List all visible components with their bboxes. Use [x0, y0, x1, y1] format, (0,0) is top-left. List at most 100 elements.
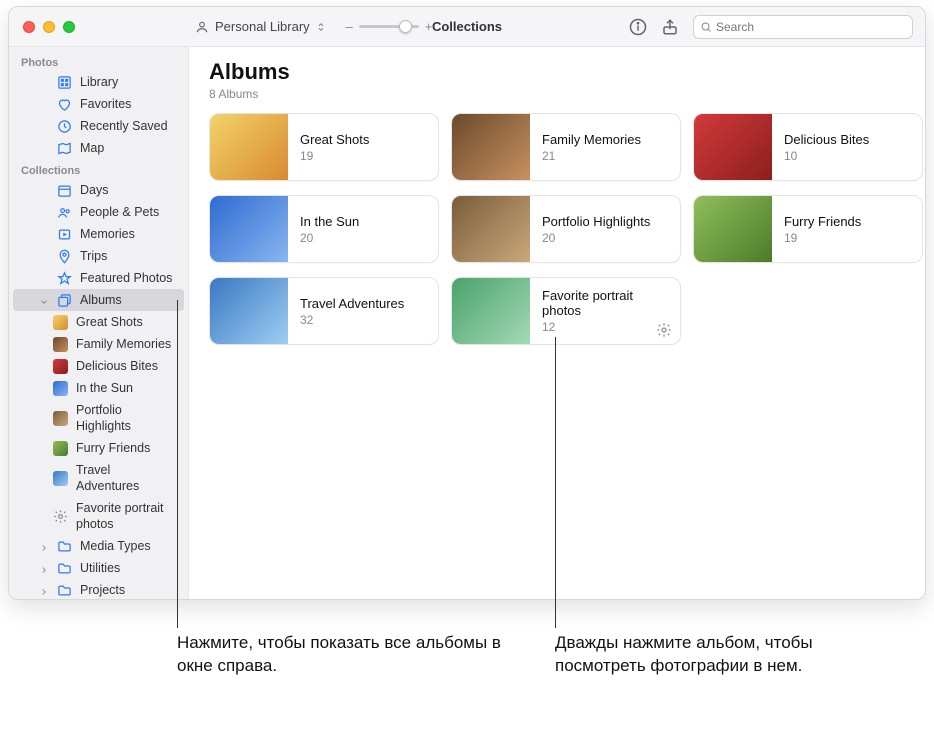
album-thumb — [210, 196, 288, 262]
sidebar-subitem[interactable]: Portfolio Highlights — [13, 399, 184, 437]
window-controls — [9, 21, 189, 33]
album-meta: Delicious Bites 10 — [772, 132, 922, 163]
minimize-button[interactable] — [43, 21, 55, 33]
app-window: Personal Library – + Collections PhotosL — [8, 6, 926, 600]
info-button[interactable] — [629, 18, 647, 36]
album-thumb — [452, 196, 530, 262]
sidebar-subitem[interactable]: In the Sun — [13, 377, 184, 399]
library-picker[interactable]: Personal Library — [189, 17, 332, 36]
folder-icon-svg — [57, 539, 72, 554]
album-thumb-mini — [53, 471, 68, 486]
page-subtitle: 8 Albums — [209, 87, 905, 101]
albums-icon-svg — [57, 293, 72, 308]
sidebar-subitem-label: Travel Adventures — [76, 462, 176, 494]
callout-text-right: Дважды нажмите альбом, чтобы посмотреть … — [555, 632, 885, 678]
sidebar-item[interactable]: Map — [13, 137, 184, 159]
album-name: Delicious Bites — [784, 132, 910, 147]
sidebar-item-label: Trips — [80, 248, 107, 264]
album-count: 20 — [300, 231, 426, 245]
sidebar-subitem[interactable]: Furry Friends — [13, 437, 184, 459]
sidebar-subitem[interactable]: Great Shots — [13, 311, 184, 333]
people-icon — [57, 205, 72, 220]
folder-icon — [57, 561, 72, 576]
album-name: Furry Friends — [784, 214, 910, 229]
sidebar-subitem-label: Furry Friends — [76, 440, 150, 456]
share-button[interactable] — [661, 18, 679, 36]
sidebar-item[interactable]: Recently Saved — [13, 115, 184, 137]
album-thumb — [210, 278, 288, 344]
album-thumb-mini — [53, 315, 68, 330]
sidebar-item[interactable]: Featured Photos — [13, 267, 184, 289]
chevron-right-icon[interactable] — [39, 585, 49, 595]
album-count: 10 — [784, 149, 910, 163]
heart-icon — [57, 97, 72, 112]
album-card[interactable]: Favorite portrait photos12 — [451, 277, 681, 345]
calendar-icon-svg — [57, 183, 72, 198]
sidebar-item-label: Days — [80, 182, 108, 198]
gear-icon-svg — [53, 509, 68, 524]
zoom-knob[interactable] — [399, 20, 412, 33]
chevron-updown-icon — [316, 22, 326, 32]
sidebar-heading: Collections — [9, 159, 188, 179]
map-icon — [57, 141, 72, 156]
album-meta: Travel Adventures32 — [288, 296, 438, 327]
search-input[interactable] — [716, 20, 906, 34]
album-card[interactable]: Furry Friends19 — [693, 195, 923, 263]
share-icon — [661, 18, 679, 36]
chevron-right-icon[interactable] — [39, 563, 49, 573]
sidebar[interactable]: PhotosLibraryFavoritesRecently SavedMapC… — [9, 47, 189, 599]
disclosure-icon — [39, 587, 49, 597]
sidebar-item[interactable]: Projects — [13, 579, 184, 599]
sidebar-item-label: Utilities — [80, 560, 120, 576]
callout-text-left: Нажмите, чтобы показать все альбомы в ок… — [177, 632, 507, 678]
sidebar-item[interactable]: Utilities — [13, 557, 184, 579]
chevron-right-icon[interactable] — [39, 541, 49, 551]
gear-icon — [656, 322, 672, 338]
album-name: In the Sun — [300, 214, 426, 229]
album-card[interactable]: In the Sun 20 — [209, 195, 439, 263]
album-card[interactable]: Family Memories21 — [451, 113, 681, 181]
person-icon — [195, 20, 209, 34]
disclosure-icon — [39, 565, 49, 575]
album-thumb-mini — [53, 441, 68, 456]
sidebar-item[interactable]: Memories — [13, 223, 184, 245]
album-name: Favorite portrait photos — [542, 288, 668, 318]
info-icon — [629, 18, 647, 36]
album-count: 20 — [542, 231, 668, 245]
sidebar-item-label: Projects — [80, 582, 125, 598]
sidebar-subitem[interactable]: Delicious Bites — [13, 355, 184, 377]
zoom-slider[interactable]: – + — [346, 19, 433, 34]
album-card[interactable]: Great Shots19 — [209, 113, 439, 181]
zoom-track[interactable] — [359, 25, 419, 28]
main-content: Albums 8 Albums Great Shots19Family Memo… — [189, 47, 925, 599]
sidebar-item[interactable]: People & Pets — [13, 201, 184, 223]
close-button[interactable] — [23, 21, 35, 33]
album-card[interactable]: Portfolio Highlights20 — [451, 195, 681, 263]
album-thumb-mini — [53, 411, 68, 426]
sidebar-item[interactable]: Trips — [13, 245, 184, 267]
sidebar-item[interactable]: Library — [13, 71, 184, 93]
sidebar-subitem-label: Portfolio Highlights — [76, 402, 176, 434]
search-field[interactable] — [693, 15, 913, 39]
album-card[interactable]: Travel Adventures32 — [209, 277, 439, 345]
sidebar-item[interactable]: Media Types — [13, 535, 184, 557]
clock-icon-svg — [57, 119, 72, 134]
sidebar-subitem[interactable]: Favorite portrait photos — [13, 497, 184, 535]
album-thumb — [694, 196, 772, 262]
albums-grid: Great Shots19Family Memories21Delicious … — [209, 113, 905, 345]
sidebar-item[interactable]: Albums — [13, 289, 184, 311]
album-meta: Great Shots19 — [288, 132, 438, 163]
callout-line-right — [555, 337, 556, 628]
album-card[interactable]: Delicious Bites 10 — [693, 113, 923, 181]
people-icon-svg — [57, 205, 72, 220]
fullscreen-button[interactable] — [63, 21, 75, 33]
chevron-down-icon[interactable] — [39, 295, 49, 305]
sidebar-item[interactable]: Days — [13, 179, 184, 201]
clock-icon — [57, 119, 72, 134]
gear-icon-svg — [656, 322, 672, 338]
sidebar-item[interactable]: Favorites — [13, 93, 184, 115]
memories-icon — [57, 227, 72, 242]
sidebar-subitem[interactable]: Family Memories — [13, 333, 184, 355]
sidebar-subitem[interactable]: Travel Adventures — [13, 459, 184, 497]
heart-icon-svg — [57, 97, 72, 112]
